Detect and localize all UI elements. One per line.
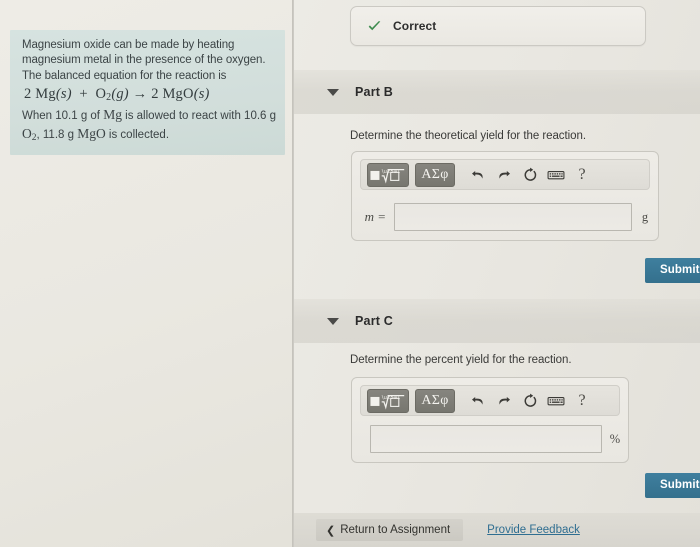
assignment-screen: Magnesium oxide can be made by heating m… [0, 0, 700, 547]
status-banner-correct: Correct [350, 6, 646, 46]
part-c-prompt: Determine the percent yield for the reac… [350, 354, 572, 366]
problem-line: magnesium metal in the presence of the o… [22, 54, 266, 67]
equation-product: MgO [162, 85, 194, 102]
status-badge: Correct [393, 19, 437, 33]
math-template-icon: \u25a1 [370, 168, 405, 184]
help-icon[interactable]: ? [569, 389, 595, 413]
part-header-b[interactable]: Part B [294, 70, 700, 114]
redo-arrow-icon[interactable] [491, 163, 517, 187]
given-values-line-2: O2, 11.8 g MgO is collected. [22, 125, 275, 145]
return-to-assignment-label: Return to Assignment [340, 524, 451, 536]
given-text: , 11.8 g [36, 129, 78, 142]
equation-reactant2: O [95, 85, 107, 102]
part-b-submit-row: Submit Request Answer [645, 258, 700, 283]
math-template-button[interactable]: \u25a1 [367, 388, 409, 413]
greek-symbols-button[interactable]: ΑΣφ [415, 162, 455, 187]
given-text: When 10.1 g of [22, 109, 104, 122]
undo-arrow-icon[interactable] [465, 389, 491, 413]
part-header-c[interactable]: Part C [294, 299, 700, 343]
part-label-b: Part B [355, 85, 394, 99]
provide-feedback-link[interactable]: Provide Feedback [487, 524, 580, 536]
given-o2-symbol: O2 [22, 126, 37, 143]
part-c-answer-card: \u25a1 ΑΣφ ? % [351, 377, 629, 463]
math-template-icon: \u25a1 [370, 394, 405, 410]
equation-product-coefficient: 2 [151, 85, 159, 102]
chevron-left-icon: ❮ [326, 524, 336, 537]
footer-bar: ❮ Return to Assignment Provide Feedback [294, 513, 700, 547]
problem-line: Magnesium oxide can be made by heating [22, 39, 235, 51]
problem-line: The balanced equation for the reaction i… [22, 69, 227, 82]
part-label-c: Part C [355, 314, 394, 328]
part-b-toolbar: \u25a1 ΑΣφ ? [360, 159, 650, 190]
part-b-unit-label: g [641, 209, 649, 224]
equation-reactant1: Mg [35, 85, 56, 102]
caret-down-icon[interactable] [327, 88, 339, 96]
given-values-line-1: When 10.1 g of Mg is allowed to react wi… [22, 106, 277, 125]
problem-panel: Magnesium oxide can be made by heating m… [0, 0, 292, 547]
redo-arrow-icon[interactable] [491, 389, 517, 413]
equation-reactant1-coefficient: 2 [24, 85, 32, 102]
reset-circular-arrow-icon[interactable] [517, 163, 543, 187]
part-b-answer-row: m = g [352, 202, 658, 232]
given-text: is collected. [105, 129, 170, 142]
part-c-submit-button[interactable]: Submit [645, 473, 700, 498]
greek-symbols-button[interactable]: ΑΣφ [415, 388, 455, 413]
caret-down-icon[interactable] [327, 317, 339, 325]
help-icon[interactable]: ? [569, 163, 595, 187]
balanced-equation: 2 Mg(s) + O2(g) → 2 MgO(s) [24, 85, 275, 105]
equation-product-state: (s) [193, 85, 210, 102]
equation-reactant2-state: (g) [111, 85, 129, 102]
part-c-answer-row: % [352, 424, 628, 454]
reset-circular-arrow-icon[interactable] [517, 389, 543, 413]
part-b-variable-label: m = [364, 209, 386, 224]
keyboard-icon[interactable] [543, 163, 569, 187]
problem-statement-box: Magnesium oxide can be made by heating m… [10, 30, 285, 155]
equation-plus: + [79, 85, 88, 102]
math-template-button[interactable]: \u25a1 [367, 162, 409, 187]
part-c-submit-row: Submit Request Answer [645, 473, 700, 498]
given-o: O [22, 126, 32, 142]
return-to-assignment-button[interactable]: ❮ Return to Assignment [316, 519, 464, 541]
given-mgo-symbol: MgO [77, 126, 106, 142]
part-c-toolbar: \u25a1 ΑΣφ ? [360, 385, 620, 416]
part-b-submit-button[interactable]: Submit [645, 258, 700, 283]
given-text: is allowed to react with 10.6 g [121, 109, 277, 122]
part-c-answer-input[interactable] [370, 425, 602, 453]
answer-panel: Correct Part B Determine the theoretical… [294, 0, 700, 547]
check-icon [368, 20, 381, 30]
given-mg-symbol: Mg [103, 106, 122, 122]
part-b-answer-card: \u25a1 ΑΣφ ? m = g [351, 151, 659, 241]
undo-arrow-icon[interactable] [465, 163, 491, 187]
equation-reactant1-state: (s) [55, 85, 72, 102]
keyboard-icon[interactable] [543, 389, 569, 413]
part-b-answer-input[interactable] [394, 203, 632, 231]
equation-arrow: → [132, 85, 148, 102]
part-b-prompt: Determine the theoretical yield for the … [350, 130, 586, 142]
part-c-unit-label: % [609, 431, 621, 446]
